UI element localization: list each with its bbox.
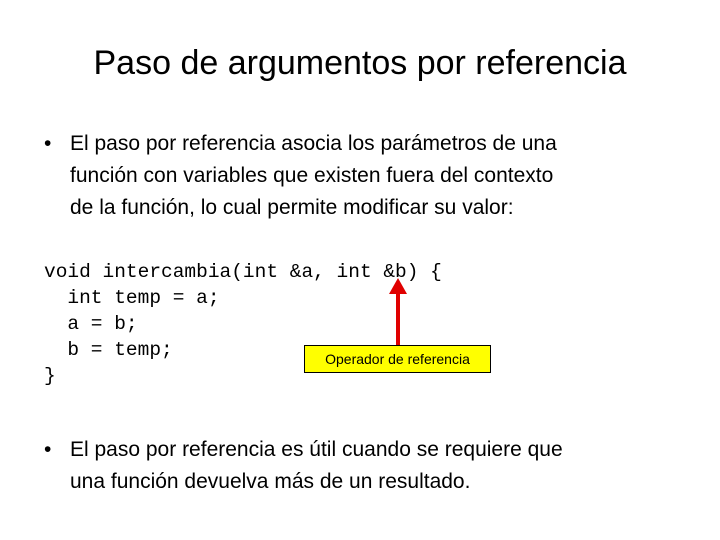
- bullet-1: • El paso por referencia asocia los pará…: [44, 128, 557, 224]
- code-line: a = b;: [44, 313, 138, 335]
- arrow-up-icon: [389, 278, 407, 346]
- code-line: void intercambia(int &a, int &b) {: [44, 261, 442, 283]
- bullet-2: • El paso por referencia es útil cuando …: [44, 434, 563, 498]
- bullet-icon: •: [44, 132, 52, 155]
- slide-title: Paso de argumentos por referencia: [93, 44, 627, 82]
- bullet-line: El paso por referencia asocia los paráme…: [70, 132, 557, 155]
- bullet-line: de la función, lo cual permite modificar…: [70, 196, 514, 219]
- callout-label: Operador de referencia: [304, 345, 491, 373]
- bullet-line: El paso por referencia es útil cuando se…: [70, 438, 563, 461]
- bullet-icon: •: [44, 438, 52, 461]
- code-line: int temp = a;: [44, 287, 220, 309]
- bullet-line: función con variables que existen fuera …: [70, 164, 554, 187]
- bullet-line: una función devuelva más de un resultado…: [70, 470, 471, 493]
